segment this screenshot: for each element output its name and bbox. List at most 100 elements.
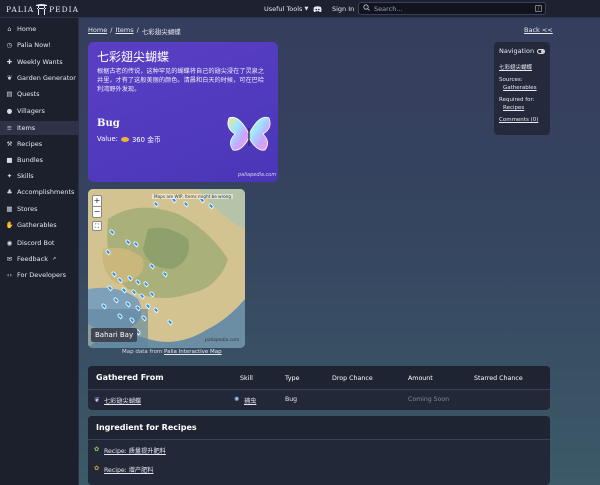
- sidebar-item-items[interactable]: ≡ Items: [0, 121, 79, 135]
- map-note-prefix: Map data from: [122, 349, 163, 355]
- search-placeholder: Search...: [374, 4, 403, 13]
- col-starred-chance: Starred Chance: [474, 375, 523, 382]
- sidebar-item-label: Items: [17, 124, 36, 132]
- sidebar-item-feedback[interactable]: ✉ Feedback ↗: [0, 252, 79, 266]
- ingredient-title: Ingredient for Recipes: [96, 423, 197, 432]
- store-icon: ▦: [6, 205, 13, 213]
- box-icon: ■: [6, 156, 13, 164]
- sidebar-item-garden-generator[interactable]: ❦ Garden Generator: [0, 71, 79, 85]
- sidebar-item-quests[interactable]: ▤ Quests: [0, 87, 79, 101]
- breadcrumb-separator: /: [136, 26, 139, 34]
- useful-tools-label: Useful Tools: [264, 5, 303, 13]
- navigation-title: Navigation: [499, 47, 535, 55]
- sidebar-item-label: Accomplishments: [17, 188, 75, 196]
- navigation-header: Navigation: [499, 47, 545, 55]
- clock-icon: ◷: [6, 41, 13, 49]
- map-fullscreen-button[interactable]: ⛶: [92, 221, 102, 231]
- map-region-label: Bahari Bay: [91, 328, 138, 342]
- map-site: paliapedia.com: [205, 338, 240, 343]
- map-warning: Maps are WIP, Items might be wrong: [152, 194, 234, 199]
- sign-in-link[interactable]: Sign In: [332, 3, 354, 15]
- butterfly-icon: ❦: [94, 396, 100, 404]
- search-input[interactable]: Search... /: [358, 2, 546, 15]
- hand-icon: ✋: [5, 221, 14, 229]
- list-item: ✿ Recipe: 质量提升肥料: [88, 442, 550, 458]
- nav-link-gatherables[interactable]: Gatherables: [503, 85, 545, 91]
- map-zoom-out-button[interactable]: −: [93, 207, 101, 217]
- sidebar-item-label: Feedback: [17, 255, 48, 263]
- code-icon: ‹›: [6, 271, 13, 279]
- sidebar-item-palia-now[interactable]: ◷ Palia Now!: [0, 38, 79, 52]
- nav-link-recipes[interactable]: Recipes: [503, 105, 545, 111]
- table-row: ❦ 七彩翅尖蝴蝶 ✺ 捕虫 Bug Coming Soon: [88, 392, 550, 408]
- sidebar-item-discord-bot[interactable]: ◉ Discord Bot: [0, 236, 79, 250]
- map-data-link[interactable]: Palia Interactive Map: [164, 349, 222, 355]
- home-icon: ⌂: [7, 25, 12, 33]
- breadcrumb-items[interactable]: Items: [115, 26, 133, 35]
- breadcrumb-current: 七彩翅尖蝴蝶: [141, 28, 181, 36]
- caret-down-icon: ▼: [304, 6, 309, 12]
- item-name: 七彩翅尖蝴蝶: [97, 50, 170, 64]
- list-item: ✿ Recipe: 增产肥料: [88, 461, 550, 477]
- sidebar-item-label: Quests: [17, 90, 40, 98]
- ingredient-panel: Ingredient for Recipes ✿ Recipe: 质量提升肥料 …: [88, 416, 550, 485]
- star-icon: ✦: [6, 172, 13, 180]
- skill-link[interactable]: 捕虫: [244, 396, 256, 405]
- navigation-toggle[interactable]: [537, 48, 545, 54]
- sidebar-item-label: Discord Bot: [17, 239, 55, 247]
- useful-tools-menu[interactable]: Useful Tools ▼: [264, 3, 308, 15]
- hammer-icon: ⚒: [6, 140, 13, 148]
- fertilizer-icon: ✿: [94, 446, 100, 453]
- nav-link-comments[interactable]: Comments (0): [499, 117, 545, 123]
- sidebar-item-label: Villagers: [17, 107, 45, 115]
- sidebar-item-label: Recipes: [17, 140, 43, 148]
- torii-logo-icon: [36, 3, 48, 16]
- map-terrain: [88, 189, 245, 348]
- sidebar-item-bundles[interactable]: ■ Bundles: [0, 153, 79, 167]
- sidebar-item-label: Home: [17, 25, 37, 33]
- sidebar-item-label: Weekly Wants: [17, 58, 63, 66]
- sidebar-item-label: Stores: [17, 205, 38, 213]
- sidebar-item-label: Gatherables: [17, 221, 57, 229]
- discord-icon[interactable]: [313, 3, 322, 15]
- nav-link-item[interactable]: 七彩翅尖蝴蝶: [499, 63, 545, 71]
- gathered-source-link[interactable]: 七彩翅尖蝴蝶: [104, 396, 141, 405]
- sidebar-item-skills[interactable]: ✦ Skills: [0, 169, 79, 183]
- sidebar-item-weekly-wants[interactable]: ✚ Weekly Wants: [0, 55, 79, 69]
- gathered-from-header: Gathered From Skill Type Drop Chance Amo…: [88, 366, 550, 390]
- breadcrumb-home[interactable]: Home: [88, 26, 107, 35]
- search-icon: [363, 4, 370, 13]
- seedling-icon: ❦: [6, 74, 13, 82]
- sidebar-item-stores[interactable]: ▦ Stores: [0, 202, 79, 216]
- sidebar-item-villagers[interactable]: ● Villagers: [0, 104, 79, 118]
- back-link[interactable]: Back <<: [524, 26, 553, 34]
- breadcrumb: Home / Items / 七彩翅尖蝴蝶: [88, 26, 181, 36]
- map-zoom-controls: + −: [92, 195, 102, 218]
- item-description: 根据古老的传说，这种罕见的蝴蝶将自己的翅尖浸在了灵泉之井里，才有了这般美丽的颜色…: [97, 68, 265, 93]
- breadcrumb-separator: /: [110, 26, 113, 34]
- trophy-icon: ♣: [6, 188, 13, 196]
- nav-required-label: Required for:: [499, 97, 535, 103]
- gathered-from-panel: Gathered From Skill Type Drop Chance Amo…: [88, 366, 550, 410]
- item-card: 七彩翅尖蝴蝶 根据古老的传说，这种罕见的蝴蝶将自己的翅尖浸在了灵泉之井里，才有了…: [88, 42, 278, 182]
- search-shortcut-key: /: [535, 5, 542, 12]
- sidebar-item-home[interactable]: ⌂ Home: [0, 22, 79, 36]
- top-bar: PALIA PEDIA Useful Tools ▼ Sign In Searc…: [0, 0, 600, 18]
- gathered-amount: Coming Soon: [408, 396, 450, 403]
- gathered-type: Bug: [285, 396, 298, 403]
- map-attribution: Map data from Palia Interactive Map: [122, 349, 222, 355]
- item-map[interactable]: + − ⛶ Maps are WIP, Items might be wrong…: [88, 189, 245, 348]
- bug-catching-icon: ✺: [234, 396, 240, 403]
- recipe-link[interactable]: Recipe: 增产肥料: [104, 465, 153, 474]
- sidebar-item-label: Bundles: [17, 156, 44, 164]
- sidebar-item-for-developers[interactable]: ‹› For Developers: [0, 268, 79, 282]
- palia-pedia-logo[interactable]: PALIA PEDIA: [6, 2, 78, 16]
- value-label: Value:: [97, 135, 118, 143]
- logo-text-left: PALIA: [6, 4, 35, 14]
- col-skill: Skill: [240, 375, 253, 382]
- recipe-link[interactable]: Recipe: 质量提升肥料: [104, 446, 166, 455]
- map-zoom-in-button[interactable]: +: [93, 196, 101, 207]
- sidebar-item-gatherables[interactable]: ✋ Gatherables: [0, 218, 79, 232]
- sidebar-item-accomplishments[interactable]: ♣ Accomplishments: [0, 185, 79, 199]
- sidebar-item-recipes[interactable]: ⚒ Recipes: [0, 137, 79, 151]
